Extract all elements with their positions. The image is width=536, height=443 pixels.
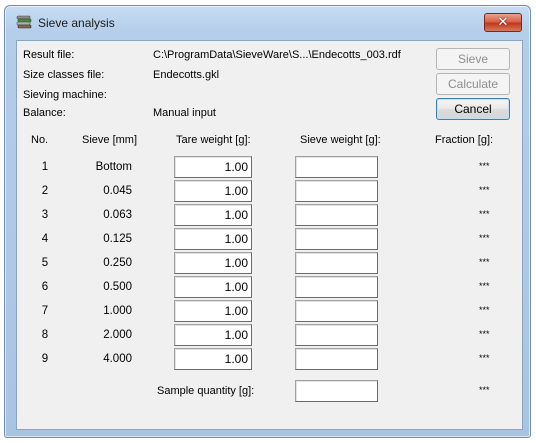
fraction-value: *** <box>479 233 490 243</box>
row-number: 8 <box>41 329 49 341</box>
tare-weight-input[interactable]: 1.00 <box>174 324 252 346</box>
header-no: No. <box>31 134 49 146</box>
result-file-label: Result file: <box>23 49 75 61</box>
sample-fraction-value: *** <box>479 385 490 395</box>
cancel-button[interactable]: Cancel <box>436 98 510 120</box>
sieve-size: 4.000 <box>103 353 132 365</box>
sieve-weight-input[interactable] <box>295 180 378 202</box>
sieve-size: 0.500 <box>103 281 132 293</box>
sample-quantity-input[interactable] <box>295 380 378 402</box>
tare-weight-input[interactable]: 1.00 <box>174 300 252 322</box>
sieve-size: 0.250 <box>103 257 132 269</box>
sample-quantity-label: Sample quantity [g]: <box>157 385 255 397</box>
fraction-value: *** <box>479 281 490 291</box>
sieve-weight-input[interactable] <box>295 276 378 298</box>
row-number: 9 <box>41 353 49 365</box>
header-sieve: Sieve [mm] <box>82 134 138 146</box>
row-number: 5 <box>41 257 49 269</box>
tare-weight-input[interactable]: 1.00 <box>174 348 252 370</box>
sieve-weight-input[interactable] <box>295 324 378 346</box>
header-sieve-weight: Sieve weight [g]: <box>300 134 381 146</box>
row-number: 4 <box>41 233 49 245</box>
dialog-body: Result file: C:\ProgramData\SieveWare\S.… <box>16 40 523 430</box>
sieve-button[interactable]: Sieve <box>436 48 510 70</box>
fraction-value: *** <box>479 257 490 267</box>
sieve-weight-input[interactable] <box>295 252 378 274</box>
sieve-size: 0.125 <box>103 233 132 245</box>
row-number: 6 <box>41 281 49 293</box>
header-fraction: Fraction [g]: <box>435 134 494 146</box>
title-bar[interactable]: Sieve analysis ✕ <box>5 6 530 38</box>
fraction-value: *** <box>479 329 490 339</box>
fraction-value: *** <box>479 305 490 315</box>
tare-weight-input[interactable]: 1.00 <box>174 156 252 178</box>
row-number: 7 <box>41 305 49 317</box>
calculate-button[interactable]: Calculate <box>436 73 510 95</box>
close-icon: ✕ <box>497 15 509 30</box>
sieve-size: 2.000 <box>103 329 132 341</box>
sieve-analysis-window: Sieve analysis ✕ Result file: C:\Program… <box>4 5 531 438</box>
tare-weight-input[interactable]: 1.00 <box>174 228 252 250</box>
result-file-value: C:\ProgramData\SieveWare\S...\Endecotts_… <box>153 49 401 61</box>
tare-weight-input[interactable]: 1.00 <box>174 204 252 226</box>
balance-value: Manual input <box>153 107 216 119</box>
row-number: 1 <box>41 161 49 173</box>
row-number: 2 <box>41 185 49 197</box>
window-title: Sieve analysis <box>38 16 115 30</box>
tare-weight-input[interactable]: 1.00 <box>174 252 252 274</box>
tare-weight-input[interactable]: 1.00 <box>174 180 252 202</box>
balance-label: Balance: <box>23 107 66 119</box>
sieve-size: 1.000 <box>103 305 132 317</box>
sieve-stack-icon <box>16 15 32 30</box>
fraction-value: *** <box>479 353 490 363</box>
close-button[interactable]: ✕ <box>484 13 522 32</box>
sieve-weight-input[interactable] <box>295 156 378 178</box>
sieve-size: 0.063 <box>103 209 132 221</box>
sieve-weight-input[interactable] <box>295 228 378 250</box>
fraction-value: *** <box>479 209 490 219</box>
sieve-weight-input[interactable] <box>295 204 378 226</box>
row-number: 3 <box>41 209 49 221</box>
sieve-weight-input[interactable] <box>295 300 378 322</box>
sieving-machine-label: Sieving machine: <box>23 89 107 101</box>
fraction-value: *** <box>479 185 490 195</box>
tare-weight-input[interactable]: 1.00 <box>174 276 252 298</box>
size-classes-file-value: Endecotts.gkl <box>153 69 220 81</box>
fraction-value: *** <box>479 161 490 171</box>
sieve-size: 0.045 <box>103 185 132 197</box>
sieve-size: Bottom <box>95 161 132 173</box>
header-tare-weight: Tare weight [g]: <box>176 134 251 146</box>
sieve-weight-input[interactable] <box>295 348 378 370</box>
size-classes-file-label: Size classes file: <box>23 69 105 81</box>
